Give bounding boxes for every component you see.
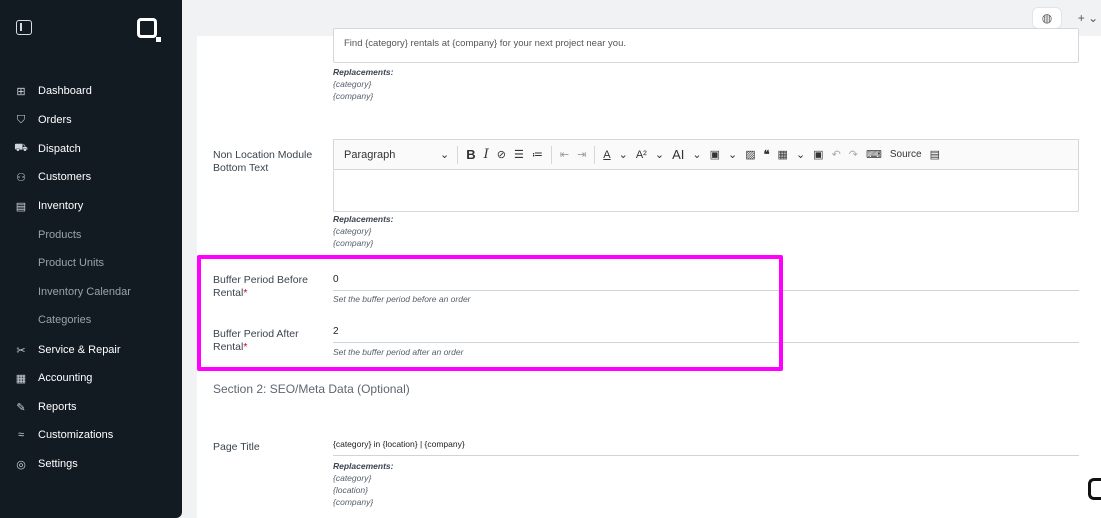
highlight-icon[interactable]: ▣	[710, 148, 720, 161]
sidebar-item-reports[interactable]: ✎ Reports	[14, 396, 77, 418]
replacement-item: {category}	[333, 473, 372, 483]
font-family-icon[interactable]: AI	[672, 147, 684, 162]
calculator-icon: ▦	[15, 372, 27, 385]
chevron-down-icon[interactable]: ⌄	[692, 148, 701, 161]
tools-icon: ✂	[16, 344, 26, 357]
sidebar-item-customizations[interactable]: ≈ Customizations	[14, 424, 113, 446]
page-title-label: Page Title	[213, 441, 260, 453]
textarea-value: Find {category} rentals at {company} for…	[344, 38, 626, 49]
replacement-item: {company}	[333, 497, 374, 507]
palette-icon[interactable]: ◍	[1032, 7, 1062, 29]
sidebar-subitem-product-units[interactable]: Product Units	[38, 257, 104, 269]
replacement-item: {category}	[333, 226, 372, 236]
sidebar-item-label: Inventory	[38, 200, 84, 212]
chevron-down-icon[interactable]: ⌄	[728, 148, 737, 161]
media-embed-icon[interactable]: ▣	[813, 148, 823, 161]
inventory-icon: ▤	[15, 200, 27, 213]
sidebar-item-inventory[interactable]: ▤ Inventory	[14, 195, 83, 217]
replacement-item: {company}	[333, 91, 374, 101]
chevron-down-icon[interactable]: ⌄	[655, 148, 664, 161]
divider	[457, 145, 459, 164]
sidebar-item-settings[interactable]: ◎ Settings	[14, 453, 78, 475]
chevron-down-icon[interactable]: ⌄	[796, 148, 805, 161]
sidebar-item-customers[interactable]: ⚇ Customers	[14, 166, 91, 188]
non-location-editor[interactable]	[333, 170, 1079, 212]
sidebar-toggle-icon[interactable]	[16, 20, 32, 35]
sidebar-item-label: Dashboard	[38, 85, 92, 97]
add-menu-button[interactable]: + ⌄	[1068, 7, 1101, 29]
sidebar-item-label: Service & Repair	[38, 344, 121, 356]
chevron-down-icon[interactable]: ⌄	[619, 148, 628, 161]
sidebar-item-label: Orders	[38, 114, 72, 126]
divider	[594, 145, 596, 164]
chevron-down-icon[interactable]: ⌄	[440, 148, 449, 161]
input-underline	[333, 455, 1079, 456]
sidebar-item-label: Settings	[38, 458, 78, 470]
highlight-box	[197, 255, 783, 371]
table-icon[interactable]: ▦	[778, 148, 788, 161]
customize-icon: ≈	[17, 429, 25, 441]
source-button[interactable]: Source	[890, 149, 922, 160]
numbered-list-icon[interactable]: ≔	[532, 148, 543, 161]
undo-icon[interactable]: ↶	[832, 148, 841, 161]
bag-icon: ⛉	[16, 113, 26, 126]
sidebar-item-service-repair[interactable]: ✂ Service & Repair	[14, 339, 121, 361]
sidebar-item-label: Dispatch	[38, 143, 81, 155]
reports-icon: ✎	[16, 401, 26, 414]
gear-icon: ◎	[16, 458, 26, 471]
italic-icon[interactable]: I	[484, 147, 489, 162]
sidebar-subitem-categories[interactable]: Categories	[38, 314, 91, 326]
sidebar: ⊞ Dashboard ⛉ Orders ⛟ Dispatch ⚇ Custom…	[0, 0, 182, 518]
source-icon[interactable]: ⌨	[866, 148, 882, 161]
users-icon: ⚇	[16, 171, 26, 184]
font-color-icon[interactable]: A	[603, 149, 610, 161]
sidebar-item-label: Customizations	[38, 429, 114, 441]
replacement-item: {category}	[333, 79, 372, 89]
meta-description-textarea[interactable]: Find {category} rentals at {company} for…	[333, 28, 1079, 63]
page-title-input[interactable]: {category} in {location} | {company}	[333, 439, 465, 449]
sidebar-item-accounting[interactable]: ▦ Accounting	[14, 367, 93, 389]
app-logo-icon[interactable]	[137, 18, 161, 42]
sidebar-subitem-inventory-calendar[interactable]: Inventory Calendar	[38, 286, 131, 298]
link-icon[interactable]: ⊘	[497, 148, 506, 161]
non-location-label: Non Location Module Bottom Text	[213, 149, 313, 174]
bulleted-list-icon[interactable]: ☰	[514, 148, 524, 161]
replacements-title: Replacements:	[333, 214, 394, 224]
sidebar-item-label: Customers	[38, 171, 92, 183]
indent-icon[interactable]: ⇥	[577, 148, 586, 161]
replacement-item: {location}	[333, 485, 368, 495]
sidebar-item-label: Reports	[38, 401, 77, 413]
replacements-title: Replacements:	[333, 67, 394, 77]
insert-image-icon[interactable]: ▨	[745, 148, 755, 161]
sidebar-item-dispatch[interactable]: ⛟ Dispatch	[14, 138, 81, 160]
font-size-icon[interactable]: A²	[636, 149, 647, 161]
redo-icon[interactable]: ↷	[849, 148, 858, 161]
sidebar-item-label: Accounting	[38, 372, 93, 384]
section2-title: Section 2: SEO/Meta Data (Optional)	[213, 382, 410, 396]
paragraph-select[interactable]: Paragraph	[344, 149, 432, 161]
truck-icon: ⛟	[14, 142, 28, 154]
template-icon[interactable]: ▤	[930, 148, 940, 161]
replacement-item: {company}	[333, 238, 374, 248]
bold-icon[interactable]: B	[466, 147, 475, 162]
replacements-title: Replacements:	[333, 461, 394, 471]
sidebar-item-orders[interactable]: ⛉ Orders	[14, 109, 72, 131]
dashboard-icon: ⊞	[16, 85, 26, 98]
divider	[550, 145, 552, 164]
blockquote-icon[interactable]: ❝	[764, 148, 770, 161]
outdent-icon[interactable]: ⇤	[560, 148, 569, 161]
sidebar-item-dashboard[interactable]: ⊞ Dashboard	[14, 80, 92, 102]
sidebar-subitem-products[interactable]: Products	[38, 229, 81, 241]
chat-widget-icon[interactable]	[1088, 478, 1101, 500]
editor-toolbar: Paragraph ⌄ B I ⊘ ☰ ≔ ⇤ ⇥ A ⌄ A² ⌄ AI ⌄ …	[333, 139, 1079, 170]
